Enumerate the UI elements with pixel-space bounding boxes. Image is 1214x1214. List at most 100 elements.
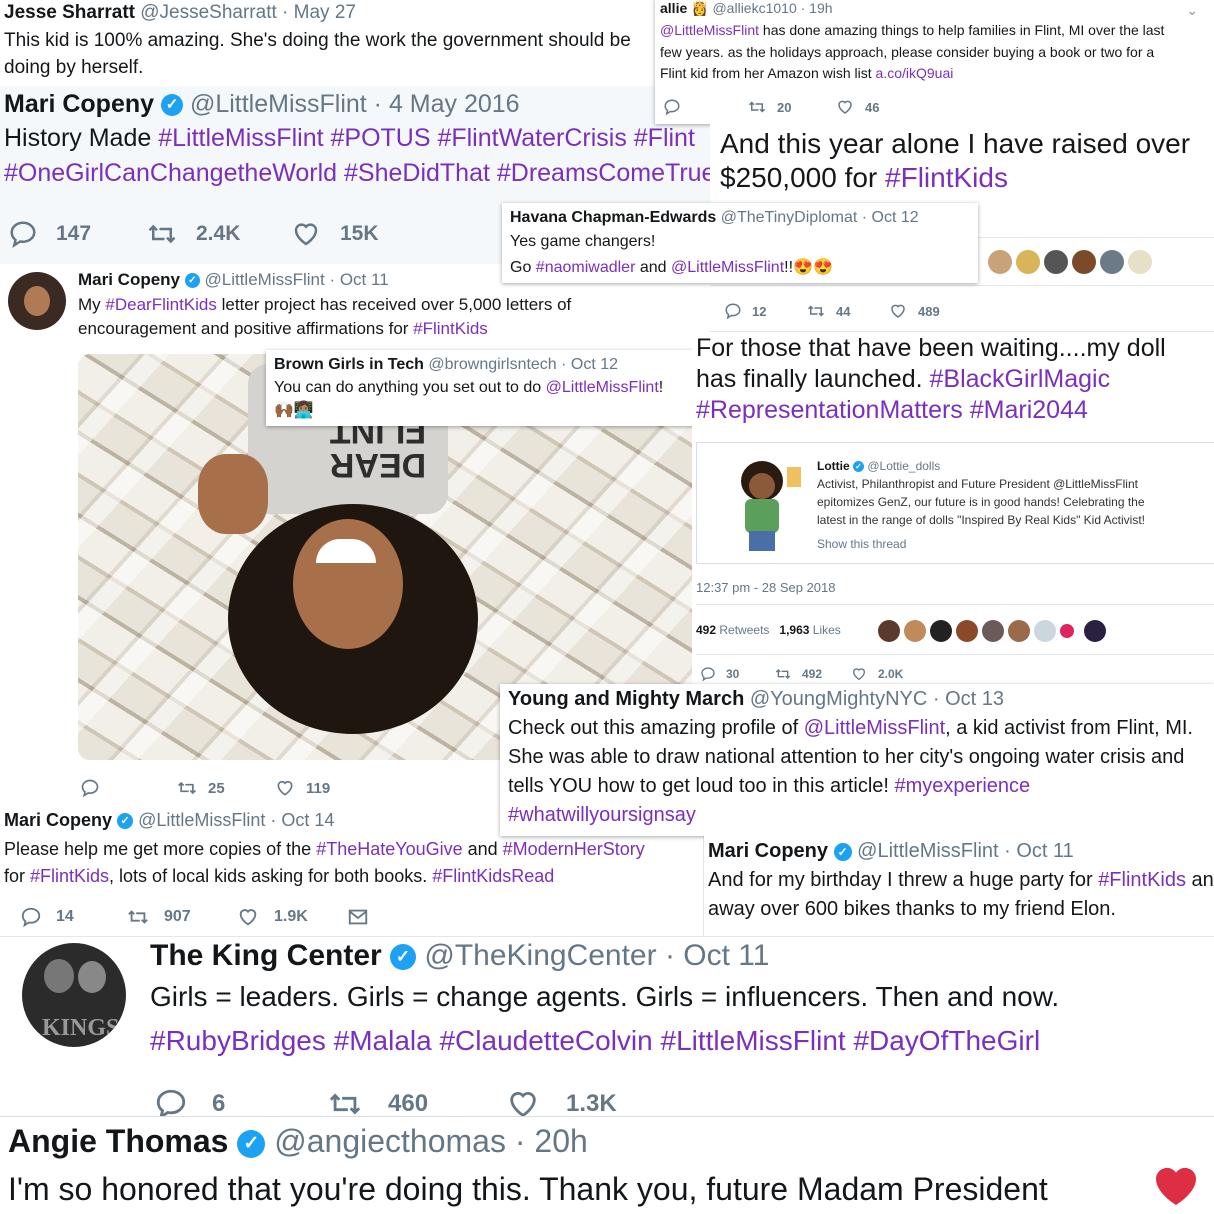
author-handle[interactable]: @angiecthomas · 20h (274, 1123, 588, 1159)
avatar[interactable] (1060, 624, 1074, 638)
hashtag-link[interactable]: #naomiwadler (536, 259, 636, 276)
retweet-button[interactable]: 492 (774, 666, 822, 682)
hashtag-link[interactable]: #TheHateYouGive (316, 839, 462, 859)
like-button[interactable]: 489 (888, 302, 940, 320)
avatar[interactable] (988, 250, 1012, 274)
likes-stat-count[interactable]: 1,963 (779, 623, 809, 637)
hashtag-link[interactable]: #myexperience (895, 775, 1031, 797)
reply-button[interactable] (663, 98, 681, 116)
text-segment: , a kid activist from Flint, MI. (945, 717, 1193, 739)
likes-stat-label[interactable]: Likes (813, 623, 841, 637)
avatar[interactable] (1100, 250, 1124, 274)
hashtag-link[interactable]: #whatwillyoursignsay (508, 804, 696, 826)
retweet-button[interactable]: 460 (326, 1087, 428, 1116)
reply-button[interactable]: 6 (154, 1087, 225, 1116)
avatar[interactable] (1008, 620, 1030, 642)
hashtag-link[interactable]: #FlintKids (30, 866, 109, 886)
author-handle[interactable]: @TheKingCenter · Oct 11 (424, 939, 769, 972)
mention-link[interactable]: @LittleMissFlint (546, 379, 659, 396)
heart-icon (236, 906, 260, 928)
mention-link[interactable]: @LittleMissFlint (660, 22, 759, 38)
author-name[interactable]: Mari Copeny (78, 270, 180, 289)
author-name[interactable]: Havana Chapman-Edwards (510, 209, 716, 226)
retweet-button[interactable]: 20 (747, 98, 791, 116)
author-name[interactable]: allie (660, 0, 687, 16)
avatar[interactable] (904, 620, 926, 642)
retweets-stat-count[interactable]: 492 (696, 623, 716, 637)
author-handle[interactable]: @LittleMissFlint · Oct 11 (857, 840, 1074, 862)
author-name[interactable]: Mari Copeny (4, 90, 154, 118)
author-handle[interactable]: @LittleMissFlint · Oct 14 (138, 810, 334, 830)
tweet-header: The King Center ✓ @TheKingCenter · Oct 1… (150, 939, 769, 973)
author-name[interactable]: Young and Mighty March (508, 688, 744, 710)
author-handle[interactable]: @Lottie_dolls (867, 459, 940, 473)
author-name[interactable]: Lottie (817, 459, 850, 473)
reply-button[interactable]: 12 (724, 302, 766, 320)
avatar[interactable] (878, 620, 900, 642)
retweet-button[interactable]: 25 (176, 778, 225, 798)
reply-count: 12 (752, 303, 767, 319)
chevron-down-icon[interactable]: ⌄ (1186, 2, 1198, 19)
tweet-text-line: Girls = leaders. Girls = change agents. … (150, 981, 1060, 1012)
hashtag-link[interactable]: #FlintKids (885, 162, 1008, 193)
hashtag-link[interactable]: #ModernHerStory (503, 839, 645, 859)
author-handle[interactable]: @LittleMissFlint · 4 May 2016 (190, 90, 520, 118)
like-button[interactable]: 1.3K (504, 1087, 617, 1116)
show-thread-link[interactable]: Show this thread (817, 537, 906, 551)
author-handle[interactable]: @alliekc1010 · 19h (712, 0, 832, 16)
retweet-button[interactable]: 907 (126, 906, 191, 928)
author-handle[interactable]: @LittleMissFlint · Oct 11 (205, 270, 389, 289)
reply-button[interactable]: 147 (8, 219, 91, 249)
author-name[interactable]: Mari Copeny (708, 840, 828, 862)
author-handle[interactable]: @browngirlsntech · Oct 12 (428, 356, 618, 373)
avatar[interactable] (1034, 620, 1056, 642)
retweet-button[interactable]: 2.4K (146, 219, 240, 249)
mention-link[interactable]: @LittleMissFlint (671, 259, 784, 276)
avatar[interactable] (982, 620, 1004, 642)
avatar[interactable] (1072, 250, 1096, 274)
like-button[interactable]: 46 (835, 98, 879, 116)
avatar[interactable] (1084, 620, 1106, 642)
retweet-button[interactable]: 44 (806, 302, 850, 320)
hashtag-links[interactable]: #RepresentationMatters #Mari2044 (696, 396, 1088, 424)
avatar[interactable] (956, 620, 978, 642)
hashtag-link[interactable]: #FlintKidsRead (432, 866, 554, 886)
like-button[interactable]: 1.9K (236, 906, 308, 928)
author-handle[interactable]: @YoungMightyNYC · Oct 13 (750, 688, 1004, 710)
verified-badge-icon: ✓ (390, 944, 417, 971)
avatar[interactable]: KINGS (22, 943, 126, 1047)
author-name[interactable]: The King Center (150, 939, 382, 972)
avatar[interactable] (1044, 250, 1068, 274)
hashtag-links[interactable]: #LittleMissFlint #POTUS #FlintWaterCrisi… (158, 124, 695, 152)
mention-link[interactable]: @LittleMissFlint (804, 717, 945, 739)
quoted-tweet-lottie[interactable]: Lottie ✓ @Lottie_dolls Activist, Philant… (696, 442, 1214, 564)
hashtag-link[interactable]: #BlackGirlMagic (929, 365, 1110, 393)
like-button[interactable]: 119 (274, 778, 330, 798)
author-name[interactable]: Mari Copeny (4, 810, 112, 830)
reply-button[interactable]: 30 (700, 666, 739, 682)
timestamp[interactable]: 12:37 pm - 28 Sep 2018 (696, 580, 836, 595)
reply-button[interactable] (80, 778, 100, 798)
hashtag-link[interactable]: #DearFlintKids (105, 295, 217, 314)
author-name[interactable]: Angie Thomas (8, 1123, 228, 1159)
tweet-text-line: #OneGirlCanChangetheWorld #SheDidThat #D… (4, 159, 710, 188)
author-name[interactable]: Jesse Sharratt (4, 2, 135, 23)
like-button[interactable]: 2.0K (850, 666, 903, 682)
retweets-stat-label[interactable]: Retweets (719, 623, 769, 637)
author-handle[interactable]: @TheTinyDiplomat · Oct 12 (721, 209, 919, 226)
text-segment: Go (510, 259, 536, 276)
avatar[interactable] (1128, 250, 1152, 274)
hashtag-links[interactable]: #RubyBridges #Malala #ClaudetteColvin #L… (150, 1025, 1040, 1056)
avatar[interactable] (1016, 250, 1040, 274)
amazon-wishlist-link[interactable]: a.co/ikQ9uai (876, 65, 954, 81)
direct-message-button[interactable] (346, 906, 370, 928)
avatar[interactable] (930, 620, 952, 642)
hashtag-link[interactable]: #FlintKids (413, 319, 488, 338)
hashtag-links[interactable]: #OneGirlCanChangetheWorld #SheDidThat #D… (4, 159, 710, 187)
like-button[interactable]: 15K (290, 219, 379, 249)
author-name[interactable]: Brown Girls in Tech (274, 356, 424, 373)
author-handle[interactable]: @JesseSharratt · May 27 (140, 2, 356, 23)
reply-button[interactable]: 14 (20, 906, 74, 928)
hashtag-link[interactable]: #FlintKids (1098, 869, 1186, 891)
like-count: 1.9K (274, 908, 308, 925)
